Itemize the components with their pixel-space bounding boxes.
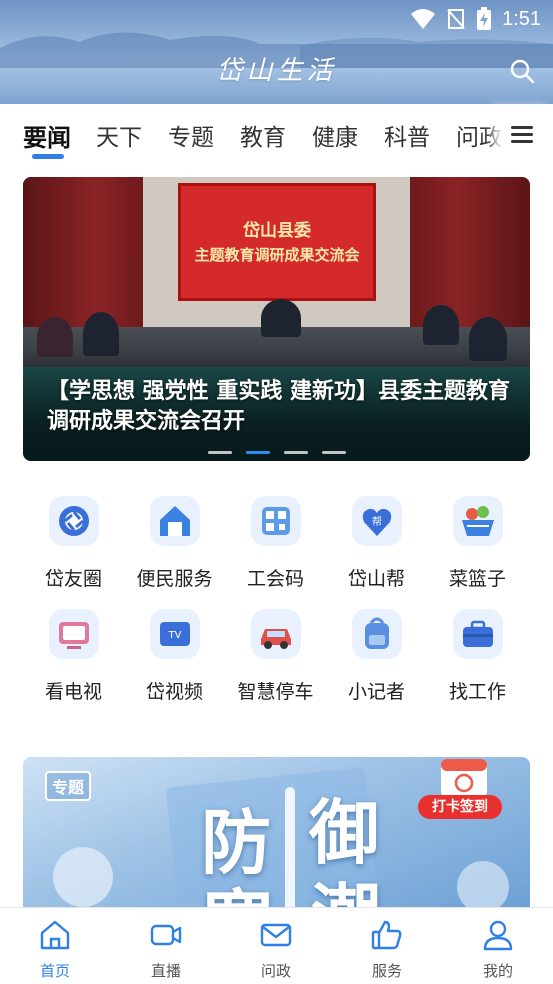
service-watch-tv[interactable]: 看电视: [23, 609, 124, 704]
tab-health[interactable]: 健康: [312, 118, 358, 152]
wifi-icon: [411, 9, 436, 29]
nav-live[interactable]: 直播: [126, 918, 206, 981]
battery-charging-icon: [477, 7, 492, 30]
category-tabs: 要闻 天下 专题 教育 健康 科普 问政: [0, 104, 553, 166]
topic-promo-banner[interactable]: 专题 防 御 寒 潮 打卡签到: [23, 757, 530, 917]
banner-photo-person: [423, 305, 459, 345]
search-icon[interactable]: [509, 58, 535, 84]
status-bar: 1:51: [410, 6, 541, 32]
banner-caption[interactable]: 【学思想 强党性 重实践 建新功】县委主题教育调研成果交流会召开: [47, 377, 512, 437]
menu-icon: [511, 126, 533, 143]
service-find-job[interactable]: 找工作: [427, 609, 528, 704]
service-convenience[interactable]: 便民服务: [124, 496, 225, 591]
service-union-code[interactable]: 工会码: [225, 496, 326, 591]
app-title: 岱山生活: [216, 56, 337, 86]
camera-shutter-icon: [58, 506, 89, 536]
screen-text-line1: 岱山县委: [243, 221, 311, 241]
service-vegetable-basket[interactable]: 菜篮子: [427, 496, 528, 591]
car-icon: [260, 629, 291, 649]
house-icon: [159, 506, 190, 536]
svg-text:帮: 帮: [372, 516, 382, 528]
nav-label: 直播: [150, 962, 181, 980]
nav-mine[interactable]: 我的: [458, 918, 538, 981]
tab-menu-button[interactable]: [501, 108, 553, 158]
active-tab-indicator: [32, 154, 64, 159]
banner-photo-person: [261, 299, 301, 337]
nav-service[interactable]: 服务: [347, 918, 427, 981]
status-time: 1:51: [502, 7, 541, 30]
banner-photo-person: [83, 312, 119, 356]
service-smart-parking[interactable]: 智慧停车: [225, 609, 326, 704]
tab-inquiry[interactable]: 问政: [456, 118, 502, 152]
service-label: 菜篮子: [448, 568, 506, 590]
promo-tag: 专题: [45, 771, 92, 801]
no-signal-icon: [447, 9, 465, 29]
service-label: 看电视: [44, 681, 102, 703]
tab-science[interactable]: 科普: [384, 118, 430, 152]
video-camera-icon: [150, 924, 182, 946]
nav-label: 服务: [371, 962, 402, 980]
banner-photo-screen: 岱山县委 主题教育调研成果交流会: [178, 183, 376, 301]
briefcase-icon: [462, 620, 493, 647]
service-label: 岱山帮: [347, 568, 405, 590]
user-icon: [483, 920, 513, 951]
service-label: 工会码: [246, 568, 304, 590]
service-label: 智慧停车: [237, 681, 314, 703]
carousel-dot[interactable]: [207, 451, 232, 454]
carousel-dot-active[interactable]: [245, 451, 270, 454]
service-junior-reporter[interactable]: 小记者: [326, 609, 427, 704]
tab-headline[interactable]: 要闻: [23, 118, 71, 153]
service-label: 找工作: [448, 681, 506, 703]
service-dai-video[interactable]: TV 岱视频: [124, 609, 225, 704]
backpack-icon: [364, 617, 389, 649]
checkin-button[interactable]: 打卡签到: [418, 795, 502, 819]
qr-code-icon: [261, 507, 290, 535]
tab-world[interactable]: 天下: [96, 118, 142, 152]
mail-icon: [260, 923, 292, 947]
service-daiyouquan[interactable]: 岱友圈: [23, 496, 124, 591]
nav-home[interactable]: 首页: [15, 918, 95, 981]
thumbs-up-icon: [371, 920, 402, 950]
service-label: 便民服务: [136, 568, 213, 590]
nav-label: 问政: [260, 962, 291, 980]
nav-label: 我的: [482, 962, 513, 980]
carousel-indicator: [23, 451, 530, 454]
nav-label: 首页: [39, 962, 70, 980]
tab-education[interactable]: 教育: [240, 118, 286, 152]
home-icon: [40, 920, 70, 950]
svg-text:TV: TV: [167, 630, 181, 641]
television-icon: [58, 622, 89, 649]
app-header: 1:51 岱山生活: [0, 0, 553, 104]
tab-topics[interactable]: 专题: [168, 118, 214, 152]
screen-text-line2: 主题教育调研成果交流会: [194, 246, 360, 264]
news-carousel[interactable]: 岱山县委 主题教育调研成果交流会 【学思想 强党性 重实践 建新功】县委主题教育…: [23, 177, 530, 461]
vegetable-basket-icon: [461, 506, 494, 536]
carousel-dot[interactable]: [283, 451, 308, 454]
service-label: 岱视频: [145, 681, 203, 703]
carousel-dot[interactable]: [321, 451, 346, 454]
service-daishan-help[interactable]: 帮 岱山帮: [326, 496, 427, 591]
service-label: 岱友圈: [44, 568, 102, 590]
bottom-navigation: 首页 直播 问政 服务 我的: [0, 907, 553, 984]
nav-inquiry[interactable]: 问政: [236, 918, 316, 981]
heart-help-icon: 帮: [362, 508, 391, 536]
service-label: 小记者: [347, 681, 405, 703]
tv-video-icon: TV: [159, 622, 190, 646]
